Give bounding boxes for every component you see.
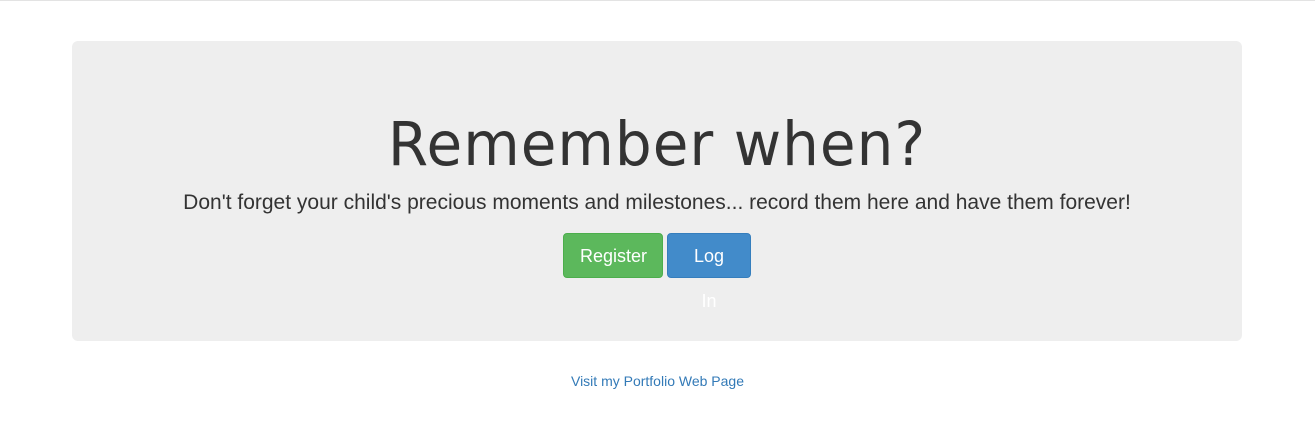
- hero-panel: Remember when? Don't forget your child's…: [72, 41, 1242, 341]
- top-divider: [0, 0, 1315, 1]
- register-button[interactable]: Register: [563, 233, 663, 278]
- page-title: Remember when?: [387, 108, 927, 180]
- hero-tagline: Don't forget your child's precious momen…: [183, 191, 1131, 214]
- hero-actions: Register Log In: [72, 233, 1242, 311]
- portfolio-link[interactable]: Visit my Portfolio Web Page: [0, 373, 1315, 389]
- login-button[interactable]: Log In: [667, 233, 751, 311]
